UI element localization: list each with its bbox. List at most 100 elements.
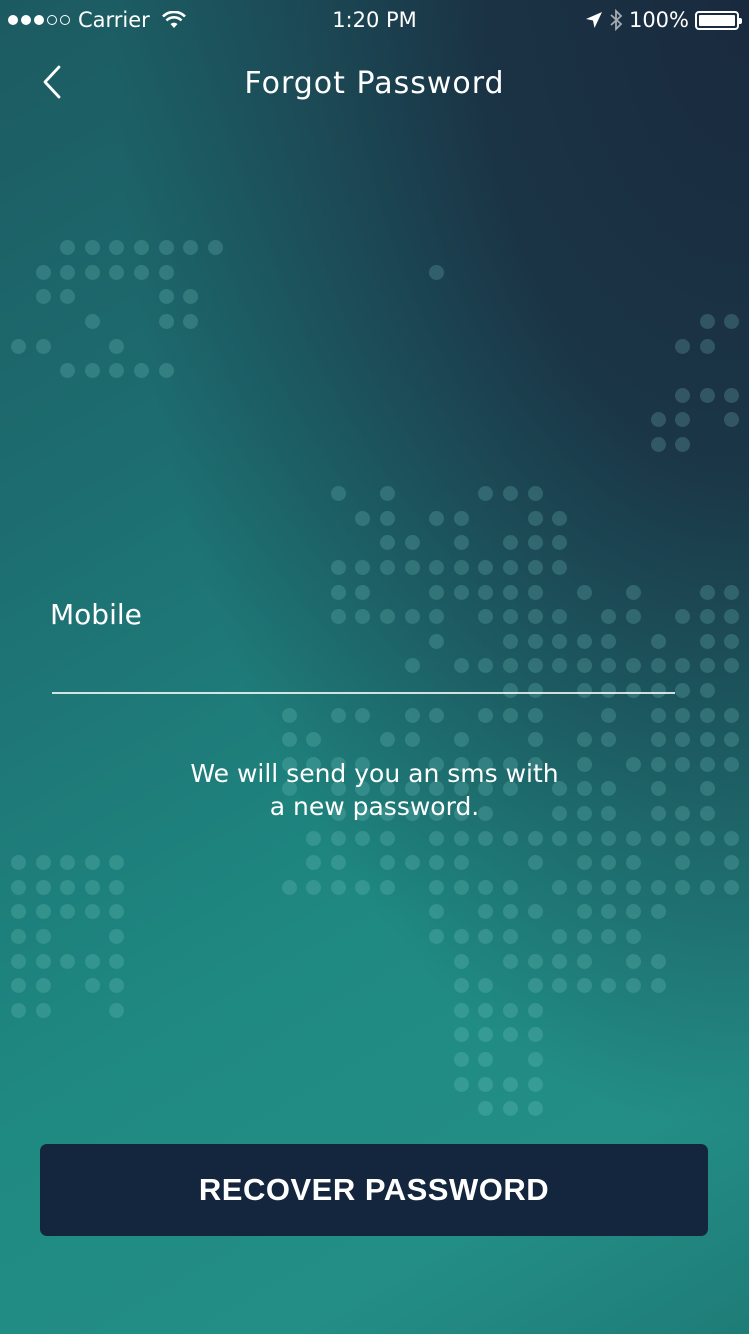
map-dot — [380, 855, 395, 871]
map-dot — [626, 879, 641, 895]
map-dot — [60, 240, 76, 256]
map-dot — [306, 830, 322, 846]
map-dot — [380, 560, 395, 575]
map-dot — [699, 658, 715, 674]
map-dot — [626, 609, 641, 625]
map-dot — [109, 953, 125, 969]
map-dot — [650, 978, 666, 994]
map-dot — [724, 732, 740, 748]
map-dot — [453, 879, 469, 895]
map-dot — [84, 363, 100, 379]
map-dot — [207, 240, 223, 256]
map-dot — [109, 363, 125, 379]
map-dot — [576, 904, 592, 920]
map-dot — [527, 535, 543, 551]
map-dot — [601, 904, 617, 920]
map-dot — [404, 560, 420, 575]
map-dot — [601, 929, 617, 944]
map-dot — [601, 732, 617, 748]
map-dot — [60, 289, 76, 305]
map-dot — [60, 264, 76, 280]
location-arrow-icon — [585, 12, 602, 28]
map-dot — [109, 879, 125, 895]
map-dot — [35, 978, 51, 994]
map-dot — [478, 1052, 494, 1067]
map-dot — [675, 732, 691, 748]
map-dot — [527, 584, 543, 600]
map-dot — [453, 1002, 469, 1018]
map-dot — [404, 707, 420, 723]
map-dot — [429, 904, 445, 920]
map-dot — [552, 560, 568, 575]
map-dot — [601, 830, 617, 846]
map-dot — [330, 560, 346, 575]
map-dot — [576, 732, 592, 748]
map-dot — [478, 707, 494, 723]
map-dot — [478, 1002, 494, 1018]
map-dot — [478, 830, 494, 846]
map-dot — [527, 1076, 543, 1092]
map-dot — [675, 412, 691, 428]
map-dot — [84, 978, 100, 994]
map-dot — [380, 486, 395, 502]
map-dot — [675, 830, 691, 846]
map-dot — [453, 584, 469, 600]
map-dot — [724, 584, 740, 600]
map-dot — [724, 609, 740, 625]
map-dot — [84, 904, 100, 920]
map-dot — [35, 929, 51, 944]
map-dot — [429, 830, 445, 846]
battery-percent: 100% — [628, 8, 689, 32]
map-dot — [11, 1002, 26, 1018]
map-dot — [576, 879, 592, 895]
map-dot — [675, 437, 691, 452]
map-dot — [576, 978, 592, 994]
map-dot — [478, 978, 494, 994]
map-dot — [453, 1027, 469, 1043]
map-dot — [552, 929, 568, 944]
map-dot — [429, 264, 445, 280]
map-dot — [601, 879, 617, 895]
map-dot — [576, 953, 592, 969]
map-dot — [330, 486, 346, 502]
map-dot — [35, 904, 51, 920]
map-dot — [699, 707, 715, 723]
map-dot — [453, 929, 469, 944]
page-title: Forgot Password — [244, 66, 505, 101]
map-dot — [503, 535, 518, 551]
map-dot — [183, 289, 199, 305]
map-dot — [527, 609, 543, 625]
recover-password-button[interactable]: RECOVER PASSWORD — [40, 1144, 708, 1236]
map-dot — [724, 830, 740, 846]
map-dot — [35, 338, 51, 354]
map-dot — [699, 633, 715, 649]
map-dot — [429, 584, 445, 600]
mobile-input[interactable] — [52, 640, 675, 694]
map-dot — [478, 929, 494, 944]
map-dot — [404, 535, 420, 551]
map-dot — [503, 1101, 518, 1117]
map-dot — [675, 855, 691, 871]
map-dot — [183, 240, 199, 256]
map-dot — [503, 953, 518, 969]
map-dot — [503, 929, 518, 944]
map-dot — [699, 584, 715, 600]
map-dot — [527, 953, 543, 969]
helper-text-line-1: We will send you an sms with — [190, 759, 559, 788]
map-dot — [503, 609, 518, 625]
map-dot — [84, 953, 100, 969]
map-dot — [429, 560, 445, 575]
map-dot — [109, 978, 125, 994]
map-dot — [576, 584, 592, 600]
map-dot — [527, 830, 543, 846]
map-dot — [453, 830, 469, 846]
map-dot — [453, 1052, 469, 1067]
map-dot — [330, 584, 346, 600]
map-dot — [35, 1002, 51, 1018]
map-dot — [134, 264, 149, 280]
map-dot — [724, 387, 740, 403]
map-dot — [626, 584, 641, 600]
map-dot — [601, 978, 617, 994]
map-dot — [650, 732, 666, 748]
map-dot — [84, 879, 100, 895]
